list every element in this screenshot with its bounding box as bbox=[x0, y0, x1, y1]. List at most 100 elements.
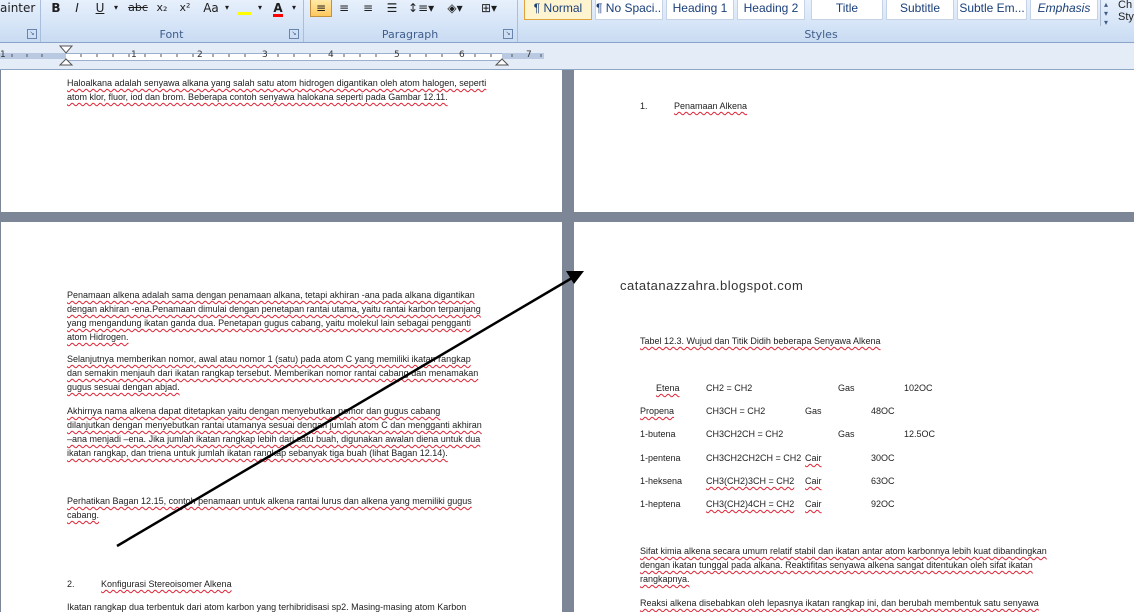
strikethrough-button[interactable]: abc bbox=[127, 0, 149, 16]
style-no-spacing[interactable]: ¶ No Spaci... bbox=[595, 0, 663, 20]
compound-phase: Gas bbox=[838, 383, 855, 393]
font-color-icon: A bbox=[273, 1, 283, 17]
style-emphasis[interactable]: Emphasis bbox=[1030, 0, 1098, 20]
page-top-right[interactable]: 1. Penamaan Alkena bbox=[574, 70, 1134, 212]
paragraph-group-label: Paragraph bbox=[381, 28, 439, 41]
borders-icon: ⊞▾ bbox=[480, 1, 498, 15]
highlight-color-button[interactable] bbox=[233, 0, 255, 16]
borders-button[interactable]: ⊞▾ bbox=[476, 0, 502, 16]
styles-scroll[interactable]: ▴ ▾ ▾ bbox=[1100, 0, 1111, 27]
change-case-dropdown-icon[interactable]: ▾ bbox=[222, 0, 232, 16]
page-top-left[interactable]: Haloalkana adalah senyawa alkana yang sa… bbox=[1, 70, 562, 212]
highlighter-icon bbox=[237, 12, 251, 15]
compound-formula: CH3(CH2)3CH = CH2 bbox=[706, 476, 795, 486]
align-right-button[interactable]: ≡ bbox=[358, 0, 378, 16]
list-number: 2. bbox=[67, 579, 75, 589]
body-text-line: dengan akhiran -ena.Penamaan dimulai den… bbox=[67, 304, 481, 314]
align-left-icon: ≡ bbox=[315, 1, 327, 15]
change-styles-button[interactable]: Ch Sty bbox=[1118, 0, 1134, 23]
ruler-number: 3 bbox=[262, 50, 268, 60]
ruler-ticks bbox=[11, 45, 542, 66]
change-case-button[interactable]: Aa bbox=[199, 0, 223, 16]
compound-name: 1-heptena bbox=[640, 499, 681, 509]
compound-phase: Gas bbox=[805, 406, 822, 416]
ribbon: ainter ↘ B I U ▾ abc x₂ x² Aa ▾ ▾ A ▾ Fo… bbox=[0, 0, 1134, 43]
list-heading: Penamaan Alkena bbox=[674, 101, 748, 111]
compound-phase: Cair bbox=[805, 453, 822, 463]
underline-button[interactable]: U bbox=[91, 0, 109, 16]
style-heading-1[interactable]: Heading 1 bbox=[666, 0, 734, 20]
compound-boiling-point: 48OC bbox=[871, 406, 895, 416]
bold-button[interactable]: B bbox=[47, 0, 65, 16]
compound-name: Propena bbox=[640, 406, 675, 416]
list-number: 1. bbox=[640, 101, 648, 111]
compound-boiling-point: 102OC bbox=[904, 383, 933, 393]
body-text-line: rangkapnya. bbox=[640, 574, 690, 584]
superscript-button[interactable]: x² bbox=[175, 0, 195, 16]
compound-formula: CH3CH2CH = CH2 bbox=[706, 429, 784, 439]
font-group: B I U ▾ abc x₂ x² Aa ▾ ▾ A ▾ Font ↘ bbox=[41, 0, 302, 42]
style-title[interactable]: Title bbox=[811, 0, 883, 20]
change-styles-label-1: Ch bbox=[1118, 0, 1133, 11]
body-text-line: atom Hidrogen. bbox=[67, 332, 129, 342]
justify-button[interactable]: ☰ bbox=[382, 0, 402, 16]
ruler-number: 7 bbox=[526, 50, 532, 60]
body-text-line: Penamaan alkena adalah sama dengan penam… bbox=[67, 290, 475, 300]
change-styles-label-2: Sty bbox=[1118, 11, 1134, 23]
style-subtle-emphasis[interactable]: Subtle Em... bbox=[957, 0, 1027, 20]
align-right-icon: ≡ bbox=[362, 1, 374, 15]
paragraph-group: ≡ ≡ ≡ ☰ ↕≡▾ ◈▾ ⊞▾ Paragraph ↘ bbox=[304, 0, 516, 42]
compound-formula: CH3CH2CH2CH = CH2 bbox=[706, 453, 802, 463]
body-text-line: dilanjutkan dengan menyebutkan rantai ut… bbox=[67, 420, 482, 430]
style-subtitle[interactable]: Subtitle bbox=[886, 0, 954, 20]
blog-watermark: catatanazzahra.blogspot.com bbox=[620, 278, 804, 293]
compound-phase: Gas bbox=[838, 429, 855, 439]
compound-formula: CH2 = CH2 bbox=[706, 383, 753, 393]
horizontal-ruler[interactable]: 1 1 2 3 4 5 6 7 bbox=[0, 43, 1134, 70]
compound-formula: CH3(CH2)4CH = CH2 bbox=[706, 499, 795, 509]
ruler-number: 1 bbox=[131, 50, 137, 60]
style-heading-2[interactable]: Heading 2 bbox=[737, 0, 805, 20]
font-group-label: Font bbox=[159, 28, 184, 41]
page-bottom-right[interactable]: catatanazzahra.blogspot.com Tabel 12.3. … bbox=[574, 222, 1134, 612]
align-center-button[interactable]: ≡ bbox=[334, 0, 354, 16]
page-bottom-left[interactable]: Penamaan alkena adalah sama dengan penam… bbox=[1, 222, 562, 612]
styles-group-label: Styles bbox=[804, 28, 838, 41]
italic-button[interactable]: I bbox=[68, 0, 86, 16]
body-text-line: ikatan rangkap, dan triena untuk jumlah … bbox=[67, 448, 448, 458]
compound-boiling-point: 30OC bbox=[871, 453, 895, 463]
body-text-line: Perhatikan Bagan 12.15, contoh penamaan … bbox=[67, 496, 472, 506]
compound-phase: Cair bbox=[805, 476, 822, 486]
body-text-line: Haloalkana adalah senyawa alkana yang sa… bbox=[67, 78, 487, 88]
compound-name: 1-pentena bbox=[640, 453, 681, 463]
paragraph-dialog-launcher-icon[interactable]: ↘ bbox=[503, 29, 513, 39]
justify-icon: ☰ bbox=[386, 1, 398, 15]
table-caption: Tabel 12.3. Wujud dan Titik Didih bebera… bbox=[640, 336, 881, 346]
subscript-button[interactable]: x₂ bbox=[152, 0, 172, 16]
ruler-number: 6 bbox=[459, 50, 465, 60]
body-text-line: cabang. bbox=[67, 510, 100, 520]
font-dialog-launcher-icon[interactable]: ↘ bbox=[289, 29, 299, 39]
format-painter-button[interactable]: ainter bbox=[0, 0, 35, 16]
clipboard-dialog-launcher-icon[interactable]: ↘ bbox=[27, 29, 37, 39]
ruler-number: 1 bbox=[0, 50, 6, 60]
font-color-button[interactable]: A bbox=[267, 0, 289, 17]
compound-boiling-point: 63OC bbox=[871, 476, 895, 486]
compound-formula: CH3CH = CH2 bbox=[706, 406, 766, 416]
font-color-dropdown-icon[interactable]: ▾ bbox=[289, 0, 299, 16]
underline-dropdown-icon[interactable]: ▾ bbox=[111, 0, 121, 16]
align-left-button[interactable]: ≡ bbox=[310, 0, 332, 17]
style-normal[interactable]: ¶ Normal bbox=[524, 0, 592, 20]
body-text-line: Selanjutnya memberikan nomor, awal atau … bbox=[67, 354, 471, 364]
highlight-dropdown-icon[interactable]: ▾ bbox=[255, 0, 265, 16]
ruler-number: 2 bbox=[197, 50, 203, 60]
align-center-icon: ≡ bbox=[338, 1, 350, 15]
body-text-line: atom klor, fluor, iod dan brom. Beberapa… bbox=[67, 92, 448, 102]
line-spacing-button[interactable]: ↕≡▾ bbox=[408, 0, 434, 16]
styles-group: ¶ Normal ¶ No Spaci... Heading 1 Heading… bbox=[518, 0, 1134, 42]
body-text-line: dan semakin menjauh dari ikatan rangkap … bbox=[67, 368, 479, 378]
ruler-number: 5 bbox=[394, 50, 400, 60]
shading-button[interactable]: ◈▾ bbox=[442, 0, 468, 16]
clipboard-group: ainter ↘ bbox=[0, 0, 40, 42]
compound-boiling-point: 92OC bbox=[871, 499, 895, 509]
